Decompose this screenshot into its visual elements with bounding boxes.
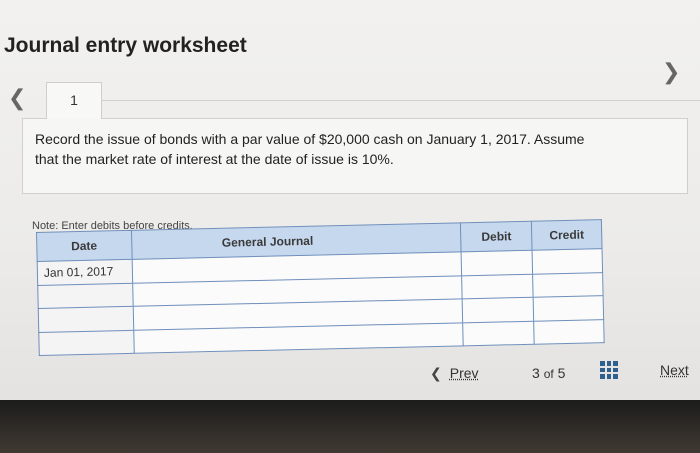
date-cell[interactable]: [37, 282, 133, 309]
tab-divider: [100, 100, 700, 101]
worksheet-page: Journal entry worksheet ❮ ❯ 1 Record the…: [0, 0, 700, 410]
debit-cell[interactable]: [462, 273, 534, 299]
chevron-left-icon: ❮: [430, 366, 442, 382]
credit-cell[interactable]: [533, 295, 604, 321]
grid-icon[interactable]: [600, 361, 618, 379]
prev-label: Prev: [449, 365, 479, 381]
debit-cell[interactable]: [463, 320, 535, 346]
journal-table: Date General Journal Debit Credit Jan 01…: [36, 219, 605, 356]
page-total: 5: [557, 365, 566, 381]
debit-cell[interactable]: [461, 250, 533, 276]
next-button[interactable]: Next: [660, 362, 689, 378]
tab-1[interactable]: 1: [46, 82, 102, 119]
column-header-debit: Debit: [460, 221, 533, 252]
credit-cell[interactable]: [532, 272, 604, 298]
column-header-credit: Credit: [531, 219, 603, 251]
chevron-right-icon[interactable]: ❯: [662, 62, 680, 84]
date-cell[interactable]: [38, 329, 134, 356]
monitor-bezel: [0, 400, 700, 453]
date-cell[interactable]: [38, 306, 134, 332]
credit-cell[interactable]: [532, 248, 603, 274]
debit-cell[interactable]: [462, 297, 534, 323]
question-text: Record the issue of bonds with a par val…: [35, 131, 585, 167]
date-cell[interactable]: Jan 01, 2017: [37, 259, 133, 285]
page-current: 3: [532, 365, 540, 381]
column-header-date: Date: [36, 230, 132, 262]
page-of: of: [543, 367, 554, 381]
prev-button[interactable]: ❮ Prev: [430, 365, 479, 382]
chevron-left-icon[interactable]: ❮: [8, 88, 26, 110]
page-indicator: 3 of 5: [532, 365, 565, 381]
question-panel: Record the issue of bonds with a par val…: [22, 118, 688, 194]
page-title: Journal entry worksheet: [4, 34, 247, 57]
credit-cell[interactable]: [533, 319, 605, 345]
